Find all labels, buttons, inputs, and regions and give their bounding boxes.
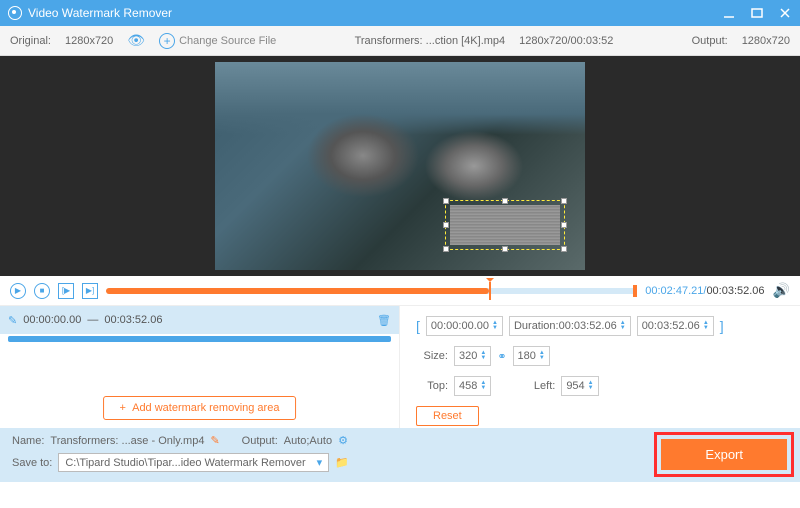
resize-handle[interactable] — [561, 222, 567, 228]
stop-button[interactable]: ■ — [34, 283, 50, 299]
spin-down[interactable]: ▼ — [539, 356, 545, 361]
timeline-end-marker[interactable] — [633, 285, 637, 297]
resize-handle[interactable] — [561, 198, 567, 204]
original-resolution: 1280x720 — [65, 35, 113, 47]
open-folder-icon[interactable]: 📁 — [335, 456, 349, 469]
segment-end: 00:03:52.06 — [104, 314, 162, 326]
timeline-track[interactable] — [106, 288, 637, 294]
chevron-down-icon[interactable]: ▾ — [317, 456, 323, 469]
video-frame — [215, 62, 585, 270]
spin-down[interactable]: ▼ — [703, 326, 709, 331]
top-label: Top: — [416, 380, 448, 392]
left-label: Left: — [523, 380, 555, 392]
plus-icon: + — [159, 33, 175, 49]
volume-icon[interactable]: 🔊 — [773, 282, 790, 299]
spin-down[interactable]: ▼ — [492, 326, 498, 331]
playhead-icon[interactable] — [489, 282, 491, 300]
output-fmt-value: Auto;Auto — [284, 435, 332, 447]
close-button[interactable] — [778, 6, 792, 20]
output-resolution: 1280x720 — [742, 35, 790, 47]
segments-panel: ✎ 00:00:00.00 — 00:03:52.06 🗑 + Add wate… — [0, 306, 400, 428]
reset-button[interactable]: Reset — [416, 406, 479, 426]
add-watermark-area-button[interactable]: + Add watermark removing area — [103, 396, 297, 420]
resize-handle[interactable] — [561, 246, 567, 252]
file-res-duration: 1280x720/00:03:52 — [519, 35, 613, 47]
resize-handle[interactable] — [502, 198, 508, 204]
spin-down[interactable]: ▼ — [480, 386, 486, 391]
export-highlight: Export — [654, 432, 794, 477]
app-logo-icon — [8, 6, 22, 20]
minimize-button[interactable] — [722, 6, 736, 20]
timeline-bar: ▶ ■ [▶ ▶] 00:02:47.21/00:03:52.06 🔊 — [0, 276, 800, 306]
save-path-input[interactable]: C:\Tipard Studio\Tipar...ideo Watermark … — [58, 453, 329, 472]
footer-bar: Name: Transformers: ...ase - Only.mp4 ✎ … — [0, 428, 800, 482]
original-label: Original: — [10, 35, 51, 47]
end-time-input[interactable]: 00:03:52.06▲▼ — [637, 316, 714, 336]
segment-row[interactable]: ✎ 00:00:00.00 — 00:03:52.06 🗑 — [0, 306, 399, 334]
play-button[interactable]: ▶ — [10, 283, 26, 299]
timeline-time: 00:02:47.21/00:03:52.06 — [645, 285, 764, 297]
app-title: Video Watermark Remover — [28, 6, 722, 20]
timeline-progress — [106, 288, 489, 294]
size-label: Size: — [416, 350, 448, 362]
titlebar: Video Watermark Remover — [0, 0, 800, 26]
watermark-selection-box[interactable] — [445, 200, 565, 250]
spin-down[interactable]: ▼ — [620, 326, 626, 331]
info-bar: Original: 1280x720 👁 + Change Source File… — [0, 26, 800, 56]
duration-input[interactable]: Duration:00:03:52.06▲▼ — [509, 316, 631, 336]
bracket-right-icon[interactable]: ] — [720, 318, 724, 334]
height-input[interactable]: 180▲▼ — [513, 346, 550, 366]
resize-handle[interactable] — [502, 246, 508, 252]
preview-toggle-icon[interactable]: 👁 — [127, 32, 145, 49]
export-button[interactable]: Export — [661, 439, 787, 470]
link-aspect-icon[interactable]: ⚭ — [497, 350, 506, 363]
output-fmt-label: Output: — [242, 435, 278, 447]
properties-panel: [ 00:00:00.00▲▼ Duration:00:03:52.06▲▼ 0… — [400, 306, 800, 428]
video-preview[interactable] — [0, 56, 800, 276]
maximize-button[interactable] — [750, 6, 764, 20]
mark-out-button[interactable]: ▶] — [82, 283, 98, 299]
spin-down[interactable]: ▼ — [588, 386, 594, 391]
resize-handle[interactable] — [443, 246, 449, 252]
save-to-label: Save to: — [12, 457, 52, 469]
bracket-left-icon[interactable]: [ — [416, 318, 420, 334]
edit-name-icon[interactable]: ✎ — [210, 434, 219, 447]
change-source-button[interactable]: + Change Source File — [159, 33, 276, 49]
file-name: Transformers: ...ction [4K].mp4 — [355, 35, 506, 47]
name-value: Transformers: ...ase - Only.mp4 — [50, 435, 204, 447]
name-label: Name: — [12, 435, 44, 447]
output-label: Output: — [692, 35, 728, 47]
output-settings-icon[interactable]: ⚙ — [338, 434, 348, 447]
delete-segment-icon[interactable]: 🗑 — [377, 314, 391, 327]
resize-handle[interactable] — [443, 222, 449, 228]
brush-icon: ✎ — [8, 314, 17, 327]
spin-down[interactable]: ▼ — [480, 356, 486, 361]
left-input[interactable]: 954▲▼ — [561, 376, 598, 396]
mark-in-button[interactable]: [▶ — [58, 283, 74, 299]
segment-sep: — — [87, 314, 98, 326]
resize-handle[interactable] — [443, 198, 449, 204]
change-source-label: Change Source File — [179, 35, 276, 47]
top-input[interactable]: 458▲▼ — [454, 376, 491, 396]
start-time-input[interactable]: 00:00:00.00▲▼ — [426, 316, 503, 336]
segment-track[interactable] — [8, 336, 391, 342]
width-input[interactable]: 320▲▼ — [454, 346, 491, 366]
segment-start: 00:00:00.00 — [23, 314, 81, 326]
